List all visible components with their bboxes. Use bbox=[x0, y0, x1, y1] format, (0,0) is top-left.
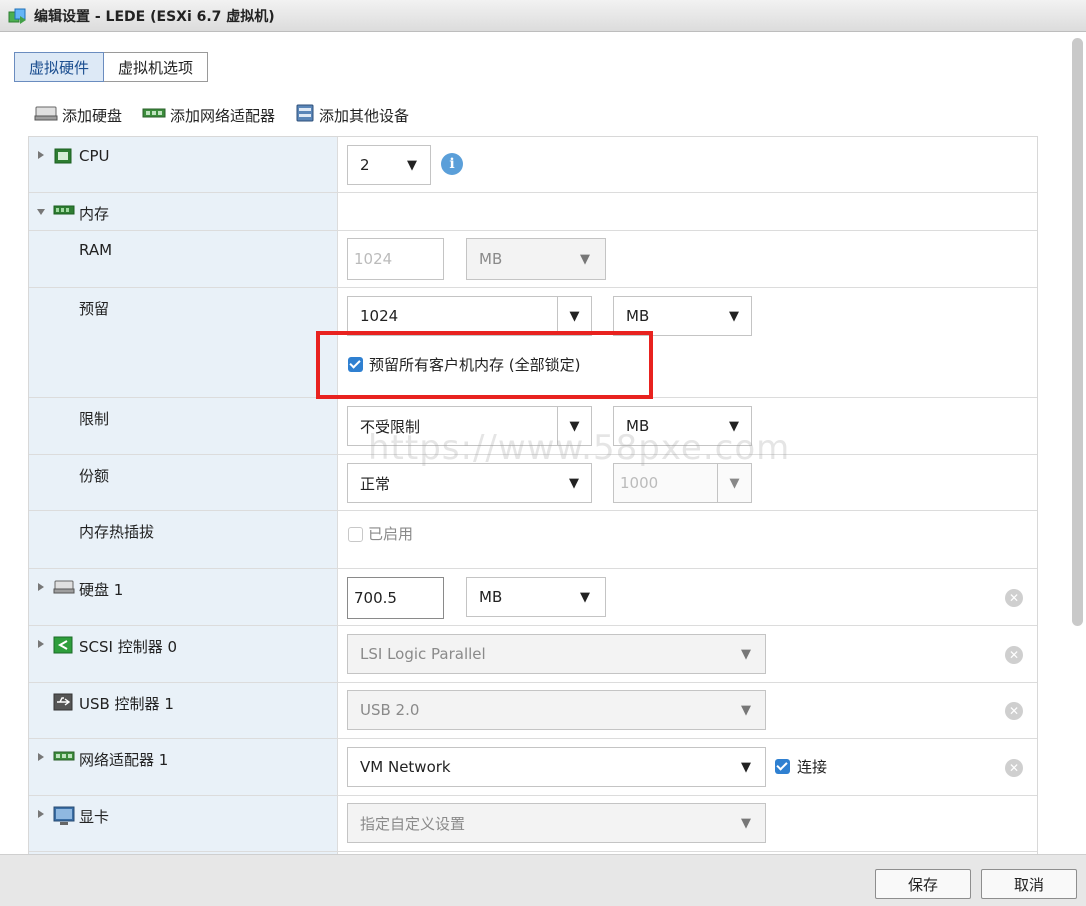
dropdown-arrow-icon: ▼ bbox=[741, 759, 751, 775]
usb-type-select[interactable]: USB 2.0 ▼ bbox=[347, 690, 766, 730]
window-title: 编辑设置 - LEDE (ESXi 6.7 虚拟机) bbox=[34, 8, 275, 25]
hardware-list: CPU 2 ▼ i 内存 RAM 1024 MB ▼ 预留 1024 ▼ MB … bbox=[28, 136, 1038, 856]
highlight-annotation bbox=[316, 331, 653, 399]
disk-size-input[interactable]: 700.5 bbox=[347, 577, 444, 619]
add-other-device-label: 添加其他设备 bbox=[319, 106, 410, 125]
ram-label: RAM bbox=[79, 241, 113, 259]
disk-label: 硬盘 1 bbox=[79, 581, 124, 599]
add-disk-button[interactable]: 添加硬盘 bbox=[34, 105, 122, 126]
reservation-input[interactable]: 1024 ▼ bbox=[347, 296, 592, 336]
scsi-row: SCSI 控制器 0 LSI Logic Parallel ▼ ✕ bbox=[29, 626, 1037, 683]
add-other-device-button[interactable]: 添加其他设备 bbox=[295, 104, 409, 126]
usb-label: USB 控制器 1 bbox=[79, 695, 174, 713]
reservation-unit-select[interactable]: MB ▼ bbox=[613, 296, 752, 336]
network-row: 网络适配器 1 VM Network ▼ 连接 ✕ bbox=[29, 739, 1037, 796]
memory-icon bbox=[53, 203, 75, 221]
expand-network-toggle[interactable] bbox=[38, 753, 44, 761]
cpu-icon bbox=[53, 147, 73, 169]
add-network-label: 添加网络适配器 bbox=[170, 106, 276, 125]
collapse-memory-toggle[interactable] bbox=[37, 209, 45, 215]
ram-input[interactable]: 1024 bbox=[347, 238, 444, 280]
expand-scsi-toggle[interactable] bbox=[38, 640, 44, 648]
video-settings-select[interactable]: 指定自定义设置 ▼ bbox=[347, 803, 766, 843]
tab-virtual-hardware[interactable]: 虚拟硬件 bbox=[14, 52, 105, 82]
network-label: 网络适配器 1 bbox=[79, 751, 169, 769]
hotplug-enabled-checkbox[interactable] bbox=[348, 527, 363, 542]
tab-vm-options[interactable]: 虚拟机选项 bbox=[104, 52, 209, 82]
dropdown-arrow-icon: ▼ bbox=[729, 308, 739, 324]
network-connect-checkbox[interactable] bbox=[775, 759, 790, 774]
expand-disk-toggle[interactable] bbox=[38, 583, 44, 591]
dropdown-arrow-icon: ▼ bbox=[741, 702, 751, 718]
ram-row: RAM 1024 MB ▼ bbox=[29, 231, 1037, 288]
network-select[interactable]: VM Network ▼ bbox=[347, 747, 766, 787]
window-titlebar: 编辑设置 - LEDE (ESXi 6.7 虚拟机) bbox=[0, 0, 1086, 32]
network-card-icon bbox=[53, 749, 75, 767]
cancel-button[interactable]: 取消 bbox=[981, 869, 1077, 899]
settings-tabs: 虚拟硬件 虚拟机选项 bbox=[14, 52, 209, 82]
scsi-controller-icon bbox=[53, 636, 73, 658]
video-label: 显卡 bbox=[79, 808, 110, 826]
hotplug-enabled-label: 已启用 bbox=[368, 525, 414, 543]
shares-label: 份额 bbox=[79, 467, 110, 485]
cpu-row: CPU 2 ▼ i bbox=[29, 137, 1037, 193]
dropdown-arrow-icon: ▼ bbox=[741, 646, 751, 662]
hard-disk-icon bbox=[34, 105, 58, 125]
device-icon bbox=[295, 104, 315, 126]
network-connect-label: 连接 bbox=[797, 758, 828, 776]
memory-label: 内存 bbox=[79, 205, 110, 223]
video-row: 显卡 指定自定义设置 ▼ bbox=[29, 796, 1037, 852]
dropdown-arrow-icon: ▼ bbox=[569, 475, 579, 491]
expand-cpu-toggle[interactable] bbox=[38, 151, 44, 159]
hotplug-label: 内存热插拔 bbox=[79, 523, 155, 541]
ram-unit-select[interactable]: MB ▼ bbox=[466, 238, 606, 280]
hard-disk-icon bbox=[53, 579, 75, 599]
remove-usb-icon[interactable]: ✕ bbox=[1005, 702, 1023, 720]
usb-row: USB 控制器 1 USB 2.0 ▼ ✕ bbox=[29, 683, 1037, 739]
watermark: https://www.58pxe.com bbox=[368, 428, 791, 468]
remove-scsi-icon[interactable]: ✕ bbox=[1005, 646, 1023, 664]
cpu-label: CPU bbox=[79, 147, 110, 165]
dropdown-arrow-icon[interactable]: ▼ bbox=[557, 297, 591, 335]
info-icon[interactable]: i bbox=[441, 153, 463, 175]
shares-select[interactable]: 正常 ▼ bbox=[347, 463, 592, 503]
network-card-icon bbox=[142, 105, 166, 125]
add-disk-label: 添加硬盘 bbox=[62, 106, 123, 125]
dropdown-arrow-icon: ▼ bbox=[741, 815, 751, 831]
cpu-count-select[interactable]: 2 ▼ bbox=[347, 145, 431, 185]
save-button[interactable]: 保存 bbox=[875, 869, 971, 899]
remove-network-icon[interactable]: ✕ bbox=[1005, 759, 1023, 777]
vm-edit-icon bbox=[8, 7, 28, 25]
dropdown-arrow-icon: ▼ bbox=[580, 589, 590, 605]
hardware-toolbar: 添加硬盘 添加网络适配器 添加其他设备 bbox=[34, 104, 429, 126]
disk-unit-select[interactable]: MB ▼ bbox=[466, 577, 606, 617]
dropdown-arrow-icon[interactable]: ▼ bbox=[717, 464, 751, 502]
monitor-icon bbox=[53, 806, 75, 830]
dialog-footer: 保存 取消 bbox=[0, 854, 1086, 906]
scsi-label: SCSI 控制器 0 bbox=[79, 638, 178, 656]
limit-label: 限制 bbox=[79, 410, 110, 428]
scsi-type-select[interactable]: LSI Logic Parallel ▼ bbox=[347, 634, 766, 674]
vertical-scrollbar[interactable] bbox=[1072, 38, 1083, 626]
expand-video-toggle[interactable] bbox=[38, 810, 44, 818]
dropdown-arrow-icon: ▼ bbox=[580, 251, 590, 267]
dropdown-arrow-icon: ▼ bbox=[407, 157, 417, 173]
shares-number-input[interactable]: 1000 ▼ bbox=[613, 463, 752, 503]
hotplug-row: 内存热插拔 已启用 bbox=[29, 511, 1037, 569]
disk-row: 硬盘 1 700.5 MB ▼ ✕ bbox=[29, 569, 1037, 626]
add-network-button[interactable]: 添加网络适配器 bbox=[142, 105, 275, 126]
remove-disk-icon[interactable]: ✕ bbox=[1005, 589, 1023, 607]
memory-row: 内存 bbox=[29, 193, 1037, 231]
usb-icon bbox=[53, 693, 73, 715]
reservation-label: 预留 bbox=[79, 300, 110, 318]
